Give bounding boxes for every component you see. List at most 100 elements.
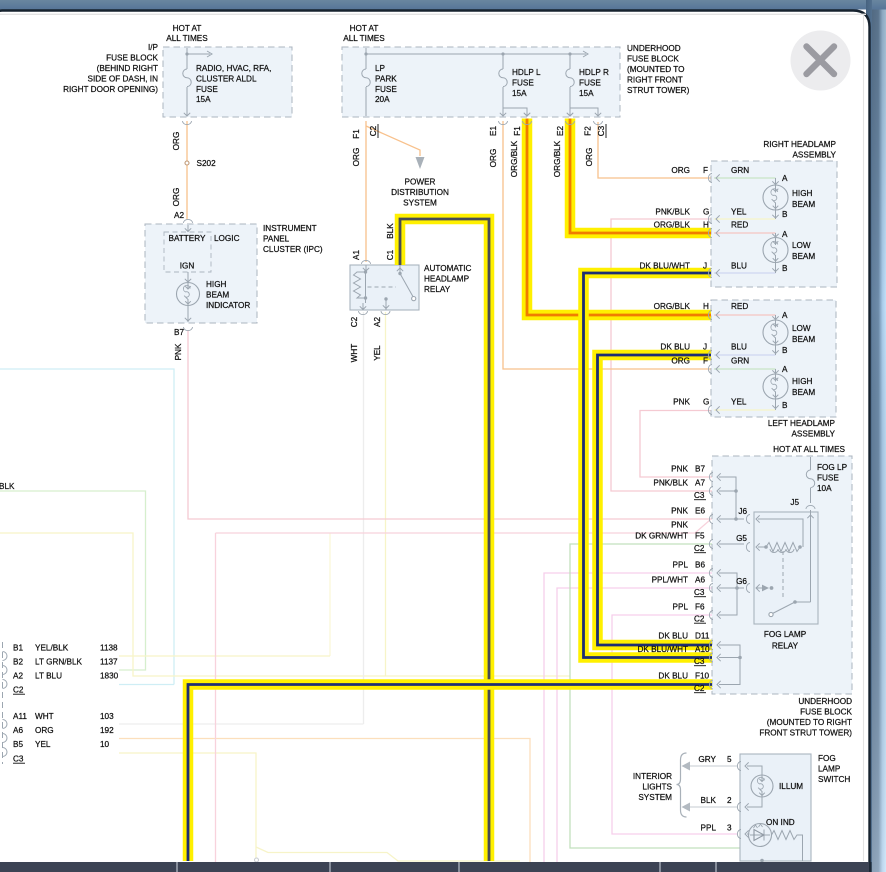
svg-text:A1: A1 <box>352 250 361 260</box>
svg-text:UNDERHOOD: UNDERHOOD <box>798 697 852 706</box>
svg-text:F1: F1 <box>352 129 361 139</box>
svg-text:F5: F5 <box>695 532 705 541</box>
svg-text:F: F <box>703 166 708 175</box>
svg-text:F2: F2 <box>584 126 593 136</box>
svg-text:HOT AT: HOT AT <box>173 24 202 33</box>
svg-text:YEL: YEL <box>731 398 747 407</box>
svg-text:ORG: ORG <box>585 148 594 167</box>
svg-text:ORG: ORG <box>671 357 690 366</box>
svg-text:J6: J6 <box>738 507 747 516</box>
svg-text:D11: D11 <box>695 632 710 641</box>
svg-text:PPL/WHT: PPL/WHT <box>652 576 688 585</box>
svg-text:RIGHT FRONT: RIGHT FRONT <box>627 76 683 85</box>
svg-text:HOT AT: HOT AT <box>350 24 379 33</box>
svg-text:BLU: BLU <box>731 262 747 271</box>
svg-text:A: A <box>782 230 788 239</box>
svg-text:FUSE: FUSE <box>375 85 397 94</box>
svg-text:A: A <box>782 174 788 183</box>
svg-text:A2: A2 <box>13 672 23 681</box>
svg-text:BEAM: BEAM <box>206 291 229 300</box>
svg-text:YEL: YEL <box>35 740 51 749</box>
svg-text:A6: A6 <box>13 726 23 735</box>
svg-text:B1: B1 <box>13 644 23 653</box>
svg-text:DK BLU: DK BLU <box>660 343 690 352</box>
svg-text:SYSTEM: SYSTEM <box>403 199 437 208</box>
svg-text:J: J <box>703 262 707 271</box>
svg-text:CLUSTER ALDL: CLUSTER ALDL <box>196 75 257 84</box>
svg-text:LT GRN/BLK: LT GRN/BLK <box>35 658 83 667</box>
svg-text:AUTOMATIC: AUTOMATIC <box>424 264 472 273</box>
svg-text:PNK: PNK <box>671 507 688 516</box>
svg-text:DK BLU: DK BLU <box>658 672 688 681</box>
svg-text:PPL: PPL <box>673 603 689 612</box>
svg-text:A6: A6 <box>695 576 705 585</box>
svg-text:15A: 15A <box>579 89 594 98</box>
svg-text:192: 192 <box>100 726 114 735</box>
svg-text:ORG/BLK: ORG/BLK <box>510 140 519 177</box>
svg-text:PPL: PPL <box>701 824 717 833</box>
svg-text:A7: A7 <box>695 479 705 488</box>
svg-text:SYSTEM: SYSTEM <box>638 793 672 802</box>
svg-text:C2: C2 <box>350 316 359 327</box>
svg-text:FUSE: FUSE <box>512 79 534 88</box>
svg-text:ORG: ORG <box>172 132 181 151</box>
svg-text:ORG: ORG <box>671 166 690 175</box>
svg-text:F: F <box>703 357 708 366</box>
svg-text:GRY: GRY <box>698 755 716 764</box>
svg-text:LP: LP <box>375 64 386 73</box>
svg-text:HOT AT ALL TIMES: HOT AT ALL TIMES <box>773 445 845 454</box>
svg-text:G5: G5 <box>736 534 747 543</box>
svg-text:PNK: PNK <box>671 521 688 530</box>
svg-text:LOW: LOW <box>792 241 811 250</box>
svg-text:ORG: ORG <box>35 726 54 735</box>
svg-text:PPL: PPL <box>673 561 689 570</box>
svg-text:BEAM: BEAM <box>792 388 815 397</box>
svg-text:PNK: PNK <box>671 465 688 474</box>
svg-text:H: H <box>703 221 709 230</box>
svg-text:LEFT HEADLAMP: LEFT HEADLAMP <box>768 419 836 428</box>
svg-text:G: G <box>703 208 709 217</box>
svg-text:E6: E6 <box>695 507 705 516</box>
svg-text:POWER: POWER <box>405 178 436 187</box>
svg-text:C3: C3 <box>694 588 705 597</box>
svg-text:B5: B5 <box>13 740 23 749</box>
svg-text:ALL TIMES: ALL TIMES <box>343 34 385 43</box>
svg-text:FUSE BLOCK: FUSE BLOCK <box>627 55 679 64</box>
svg-text:C2: C2 <box>369 125 378 136</box>
svg-text:BLK: BLK <box>0 482 15 491</box>
svg-text:A: A <box>782 311 788 320</box>
svg-text:LIGHTS: LIGHTS <box>642 783 672 792</box>
svg-text:STRUT TOWER): STRUT TOWER) <box>627 86 690 95</box>
svg-text:INDICATOR: INDICATOR <box>206 301 250 310</box>
svg-text:RIGHT DOOR OPENING): RIGHT DOOR OPENING) <box>63 85 158 94</box>
svg-text:1137: 1137 <box>100 658 118 667</box>
svg-text:PNK: PNK <box>673 398 690 407</box>
svg-text:DK GRN/WHT: DK GRN/WHT <box>635 532 688 541</box>
svg-text:HEADLAMP: HEADLAMP <box>424 275 470 284</box>
svg-text:B: B <box>782 401 788 410</box>
svg-text:IGN: IGN <box>180 262 195 271</box>
svg-text:2: 2 <box>727 796 732 805</box>
svg-text:LOW: LOW <box>792 324 811 333</box>
svg-text:B: B <box>782 346 788 355</box>
svg-text:C2: C2 <box>13 686 24 695</box>
svg-text:CLUSTER (IPC): CLUSTER (IPC) <box>263 245 323 254</box>
svg-text:RIGHT HEADLAMP: RIGHT HEADLAMP <box>763 140 836 149</box>
svg-text:B7: B7 <box>174 328 184 337</box>
svg-text:ALL TIMES: ALL TIMES <box>166 34 208 43</box>
svg-text:(BEHIND RIGHT: (BEHIND RIGHT <box>97 64 158 73</box>
svg-text:A: A <box>782 365 788 374</box>
svg-text:SWITCH: SWITCH <box>818 775 850 784</box>
svg-text:ORG: ORG <box>352 148 361 167</box>
svg-text:C2: C2 <box>694 615 705 624</box>
svg-text:SIDE OF DASH, IN: SIDE OF DASH, IN <box>87 75 158 84</box>
svg-text:ASSEMBLY: ASSEMBLY <box>791 430 835 439</box>
svg-text:DK BLU/WHT: DK BLU/WHT <box>638 645 689 654</box>
svg-text:E2: E2 <box>556 126 565 136</box>
svg-text:RED: RED <box>731 302 748 311</box>
svg-text:FUSE BLOCK: FUSE BLOCK <box>800 708 852 717</box>
svg-text:WHT: WHT <box>35 712 54 721</box>
svg-text:103: 103 <box>100 712 114 721</box>
svg-text:F6: F6 <box>695 603 705 612</box>
svg-text:RELAY: RELAY <box>772 642 799 651</box>
